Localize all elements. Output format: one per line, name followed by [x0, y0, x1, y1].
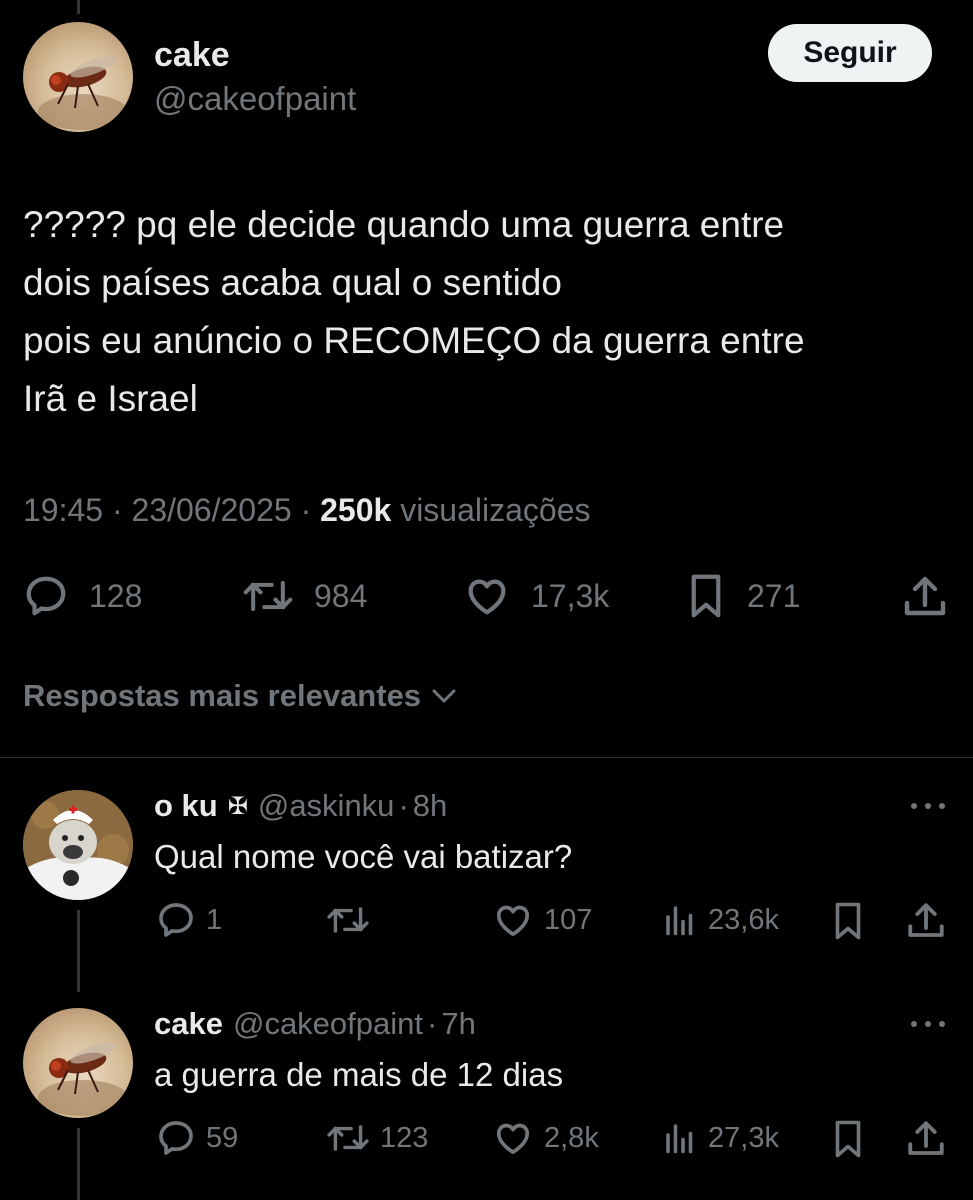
avatar[interactable] — [23, 790, 133, 900]
like-count: 107 — [544, 903, 593, 936]
like-button[interactable]: 107 — [492, 900, 592, 940]
retweet-icon — [243, 580, 293, 612]
dog-nurse-avatar-image — [23, 790, 133, 900]
cross-badge-icon: ✠ — [227, 792, 248, 820]
like-count: 17,3k — [531, 577, 610, 614]
tweet-text: ????? pq ele decide quando uma guerra en… — [23, 204, 805, 419]
bookmark-button[interactable] — [830, 1118, 866, 1160]
divider — [0, 757, 973, 758]
retweet-icon — [327, 907, 369, 933]
more-options-button[interactable] — [908, 800, 948, 812]
views-count: 27,3k — [708, 1121, 779, 1154]
share-icon — [904, 576, 946, 616]
retweet-icon — [327, 1125, 369, 1151]
reply-author-name[interactable]: o ku — [154, 788, 218, 824]
views-chart-icon — [666, 1124, 693, 1154]
reply-author-handle[interactable]: @cakeofpaint — [233, 1006, 423, 1042]
reply-time[interactable]: 8h — [413, 788, 447, 824]
more-options-button[interactable] — [908, 1018, 948, 1030]
follow-button[interactable]: Seguir — [768, 24, 932, 82]
separator: · — [300, 492, 312, 528]
tweet-meta: 19:45 · 23/06/2025 · 250k visualizações — [23, 492, 591, 529]
reply-count: 59 — [206, 1121, 239, 1154]
author-handle[interactable]: @cakeofpaint — [154, 80, 356, 118]
avatar[interactable] — [23, 1008, 133, 1118]
fly-avatar-image — [38, 1042, 128, 1116]
retweet-count: 123 — [380, 1121, 429, 1154]
tweet-date[interactable]: 23/06/2025 — [132, 492, 292, 528]
reply-header: cake @cakeofpaint · 7h — [154, 1006, 476, 1042]
sort-label: Respostas mais relevantes — [23, 678, 422, 713]
reply-button[interactable]: 128 — [23, 573, 142, 619]
more-dots-icon — [911, 1021, 945, 1027]
more-dots-icon — [911, 803, 945, 809]
bookmark-icon — [835, 1120, 861, 1158]
reply-button[interactable]: 1 — [156, 900, 222, 940]
heart-icon — [496, 905, 530, 936]
chevron-down-icon — [432, 689, 456, 703]
reply-icon — [159, 1121, 193, 1155]
views-count: 250k — [320, 492, 392, 528]
share-button[interactable] — [900, 573, 950, 621]
separator: · — [398, 788, 409, 823]
reply-author-handle[interactable]: @askinku — [258, 788, 395, 824]
retweet-button[interactable] — [326, 900, 380, 940]
separator: · — [427, 1006, 438, 1041]
reply-text: a guerra de mais de 12 dias — [154, 1056, 564, 1093]
like-button[interactable]: 17,3k — [463, 573, 609, 619]
reply-count: 128 — [89, 577, 143, 614]
thread-connector — [77, 1128, 80, 1200]
share-icon — [908, 903, 944, 937]
heart-icon — [468, 579, 506, 615]
replies-sort-dropdown[interactable]: Respostas mais relevantes — [23, 678, 459, 714]
share-button[interactable] — [905, 1118, 947, 1160]
thread-connector — [77, 910, 80, 992]
views-count: 23,6k — [708, 903, 779, 936]
bookmark-button[interactable]: 271 — [685, 573, 800, 619]
reply-icon — [26, 576, 66, 616]
bookmark-icon — [835, 902, 861, 940]
separator: · — [111, 492, 123, 528]
bookmark-button[interactable] — [830, 900, 866, 942]
reply-text: Qual nome você vai batizar? — [154, 838, 573, 875]
views-chart-icon — [666, 906, 693, 936]
bookmark-icon — [691, 574, 721, 618]
bookmark-count: 271 — [747, 577, 801, 614]
author-name[interactable]: cake — [154, 36, 230, 75]
avatar[interactable] — [23, 22, 133, 132]
reply-time[interactable]: 7h — [441, 1006, 475, 1042]
fly-avatar-image — [38, 56, 128, 130]
retweet-button[interactable]: 984 — [242, 573, 367, 619]
tweet-time[interactable]: 19:45 — [23, 492, 103, 528]
retweet-button[interactable]: 123 — [326, 1118, 428, 1158]
views-label: visualizações — [400, 492, 591, 528]
heart-icon — [496, 1123, 530, 1154]
reply-count: 1 — [206, 903, 223, 936]
reply-button[interactable]: 59 — [156, 1118, 238, 1158]
share-icon — [908, 1121, 944, 1155]
like-count: 2,8k — [544, 1121, 599, 1154]
retweet-count: 984 — [314, 577, 368, 614]
views-button[interactable]: 23,6k — [662, 900, 779, 940]
like-button[interactable]: 2,8k — [492, 1118, 599, 1158]
thread-connector-top — [77, 0, 80, 14]
views-button[interactable]: 27,3k — [662, 1118, 779, 1158]
reply-header: o ku ✠ @askinku · 8h — [154, 788, 447, 824]
reply-author-name[interactable]: cake — [154, 1006, 223, 1042]
reply-icon — [159, 903, 193, 937]
share-button[interactable] — [905, 900, 947, 942]
